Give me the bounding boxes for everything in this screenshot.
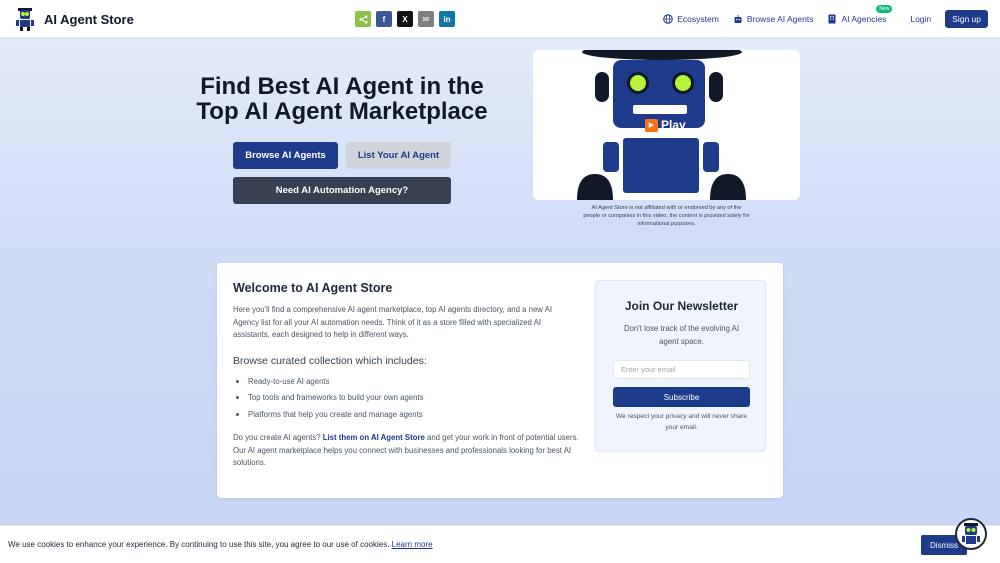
share-icon[interactable] (355, 11, 371, 27)
signup-button[interactable]: Sign up (945, 10, 988, 28)
nav-agencies-label: AI Agencies (841, 14, 887, 24)
learn-more-link[interactable]: Learn more (392, 540, 433, 549)
subscribe-button[interactable]: Subscribe (613, 387, 750, 407)
list-item: Ready-to-use AI agents (233, 373, 424, 390)
list-agent-button[interactable]: List Your AI Agent (346, 142, 451, 169)
globe-icon (663, 14, 674, 24)
video-play-button[interactable]: ▶ Play (645, 118, 686, 132)
play-label: Play (661, 118, 686, 132)
list-item: Top tools and frameworks to build your o… (233, 390, 424, 407)
email-share-icon[interactable]: ✉ (418, 11, 434, 27)
robot-avatar-icon (962, 523, 980, 544)
welcome-outro: Do you create AI agents? List them on AI… (233, 433, 579, 467)
building-icon (828, 14, 836, 24)
browse-agents-button[interactable]: Browse AI Agents (233, 142, 338, 169)
nav-ecosystem[interactable]: Ecosystem (663, 14, 719, 24)
list-item: Platforms that help you create and manag… (233, 406, 424, 423)
robot-icon (734, 15, 742, 23)
welcome-intro: Here you'll find a comprehensive AI agen… (233, 305, 553, 339)
top-navbar: AI Agent Store f X ✉ in Ecosystem Browse… (0, 0, 1000, 38)
hero-title: Find Best AI Agent in the Top AI Agent M… (172, 74, 512, 124)
newsletter-title: Join Our Newsletter (624, 299, 739, 313)
welcome-title: Welcome to AI Agent Store (233, 281, 393, 295)
play-icon: ▶ (645, 118, 658, 132)
nav-browse-label: Browse AI Agents (746, 14, 814, 24)
nav-ai-agencies[interactable]: AI Agencies New (827, 5, 893, 24)
facebook-share-icon[interactable]: f (376, 11, 392, 27)
hero-title-line2: Top AI Agent Marketplace (196, 98, 488, 125)
nav-browse-agents[interactable]: Browse AI Agents (733, 14, 814, 24)
collection-list: Ready-to-use AI agents Top tools and fra… (233, 373, 424, 423)
login-link[interactable]: Login (910, 14, 931, 24)
automation-agency-button[interactable]: Need AI Automation Agency? (233, 177, 451, 204)
list-agents-link[interactable]: List them on AI Agent Store (323, 433, 425, 442)
newsletter-box: Join Our Newsletter Don't lose track of … (595, 280, 766, 451)
site-logo[interactable]: AI Agent Store (14, 7, 134, 31)
share-buttons: f X ✉ in (355, 11, 455, 27)
robot-logo-icon (16, 8, 34, 31)
linkedin-share-icon[interactable]: in (439, 11, 455, 27)
x-share-icon[interactable]: X (397, 11, 413, 27)
welcome-card: Welcome to AI Agent Store Here you'll fi… (217, 263, 783, 498)
hero-title-line1: Find Best AI Agent in the (200, 73, 484, 100)
new-badge: New (876, 5, 893, 13)
newsletter-text: Don't lose track of the evolving AI agen… (623, 324, 740, 346)
site-title: AI Agent Store (44, 11, 134, 27)
main-nav: Ecosystem Browse AI Agents AI Agencies N… (649, 0, 988, 38)
cookie-banner: We use cookies to enhance your experienc… (0, 525, 1000, 563)
newsletter-email-input[interactable] (613, 360, 750, 379)
nav-ecosystem-label: Ecosystem (677, 14, 719, 24)
collection-heading: Browse curated collection which includes… (233, 355, 427, 367)
newsletter-privacy: We respect your privacy and will never s… (615, 413, 748, 431)
video-disclaimer: AI Agent Store is not affiliated with or… (583, 205, 750, 227)
chat-assistant-avatar[interactable] (955, 518, 987, 550)
cookie-text: We use cookies to enhance your experienc… (8, 540, 433, 549)
